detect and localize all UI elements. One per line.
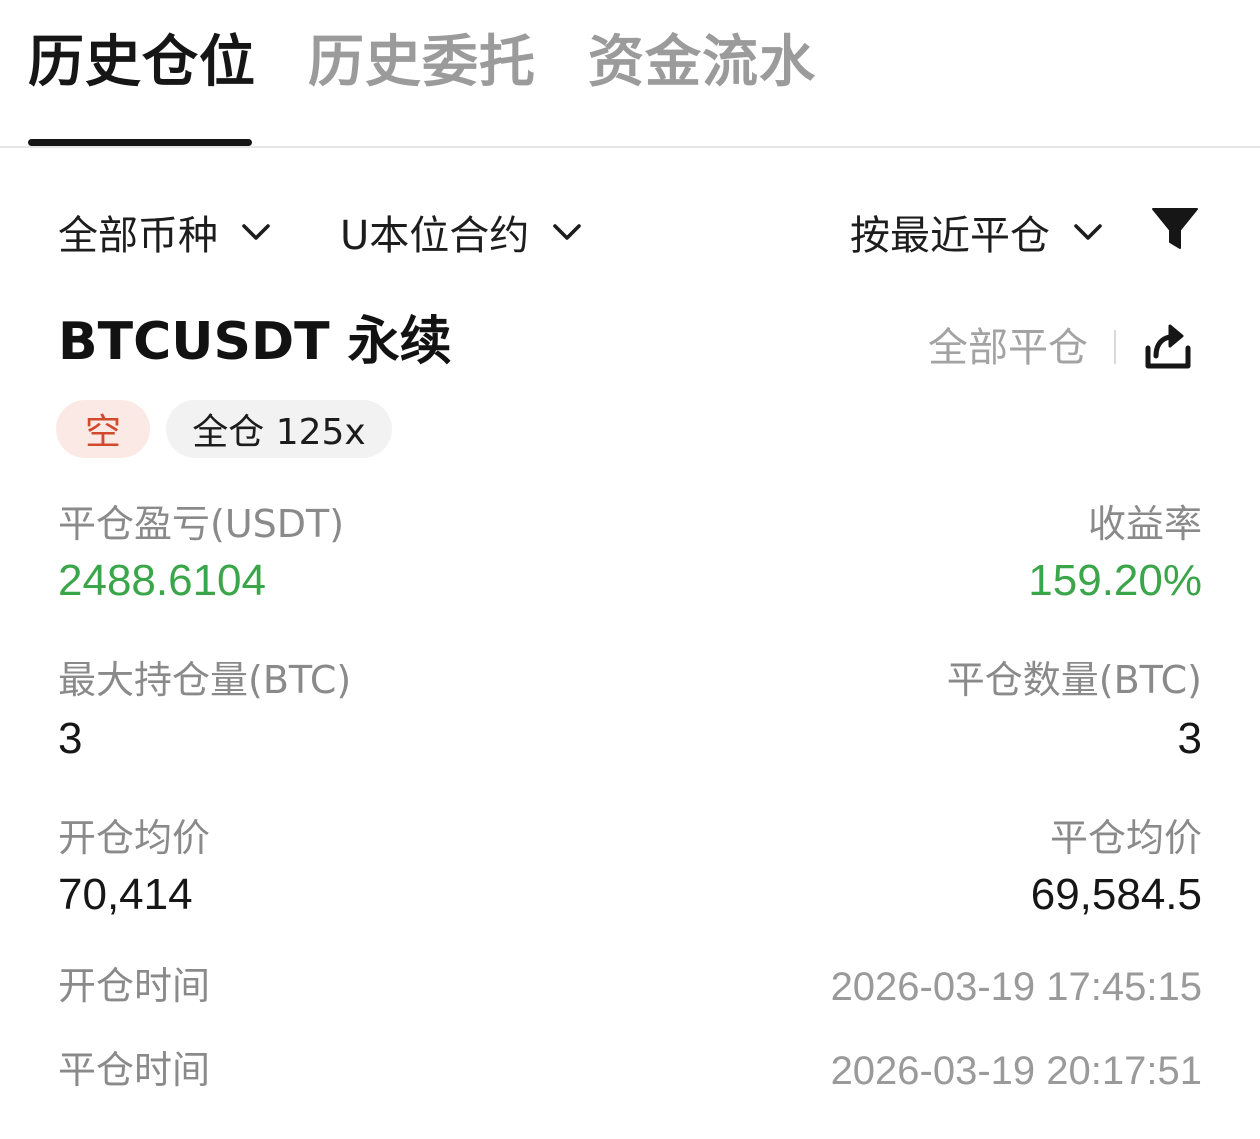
- active-tab-indicator: [28, 139, 252, 146]
- roi-label: 收益率: [1087, 502, 1202, 546]
- tab-position-history[interactable]: 历史仓位: [28, 28, 256, 98]
- margin-mode-badge: 全仓 125x: [166, 400, 392, 458]
- open-time-label: 开仓时间: [58, 964, 211, 1008]
- filter-icon[interactable]: [1150, 206, 1200, 252]
- share-icon[interactable]: [1140, 318, 1196, 374]
- open-price-label: 开仓均价: [58, 816, 211, 860]
- open-time-value: 2026-03-19 17:45:15: [830, 965, 1202, 1009]
- max-qty-label: 最大持仓量(BTC): [58, 658, 352, 702]
- max-qty-value: 3: [58, 714, 83, 763]
- tab-bar: 历史仓位 历史委托 资金流水: [0, 0, 1260, 148]
- open-price-value: 70,414: [58, 870, 193, 919]
- side-badge: 空: [56, 400, 150, 458]
- contract-filter-dropdown[interactable]: U本位合约: [340, 204, 585, 260]
- close-qty-value: 3: [1177, 714, 1202, 763]
- roi-value: 159.20%: [1028, 556, 1202, 605]
- close-price-label: 平仓均价: [1049, 816, 1202, 860]
- close-price-value: 69,584.5: [1030, 870, 1202, 919]
- sort-label: 按最近平仓: [850, 213, 1050, 259]
- chevron-down-icon: [242, 224, 270, 240]
- coin-filter-dropdown[interactable]: 全部币种: [58, 204, 274, 260]
- close-all-button[interactable]: 全部平仓: [928, 322, 1088, 374]
- coin-filter-label: 全部币种: [58, 213, 218, 259]
- chevron-down-icon: [1074, 224, 1102, 240]
- pnl-label: 平仓盈亏(USDT): [58, 502, 345, 546]
- close-qty-label: 平仓数量(BTC): [946, 658, 1202, 702]
- position-symbol: BTCUSDT 永续: [58, 312, 452, 372]
- close-time-value: 2026-03-19 20:17:51: [830, 1049, 1202, 1093]
- divider: [1114, 330, 1116, 364]
- tab-order-history[interactable]: 历史委托: [308, 28, 536, 98]
- pnl-value: 2488.6104: [58, 556, 266, 605]
- tab-fund-flow[interactable]: 资金流水: [588, 28, 816, 98]
- contract-filter-label: U本位合约: [340, 213, 530, 259]
- chevron-down-icon: [553, 224, 582, 240]
- close-time-label: 平仓时间: [58, 1048, 211, 1092]
- sort-dropdown[interactable]: 按最近平仓: [850, 204, 1106, 260]
